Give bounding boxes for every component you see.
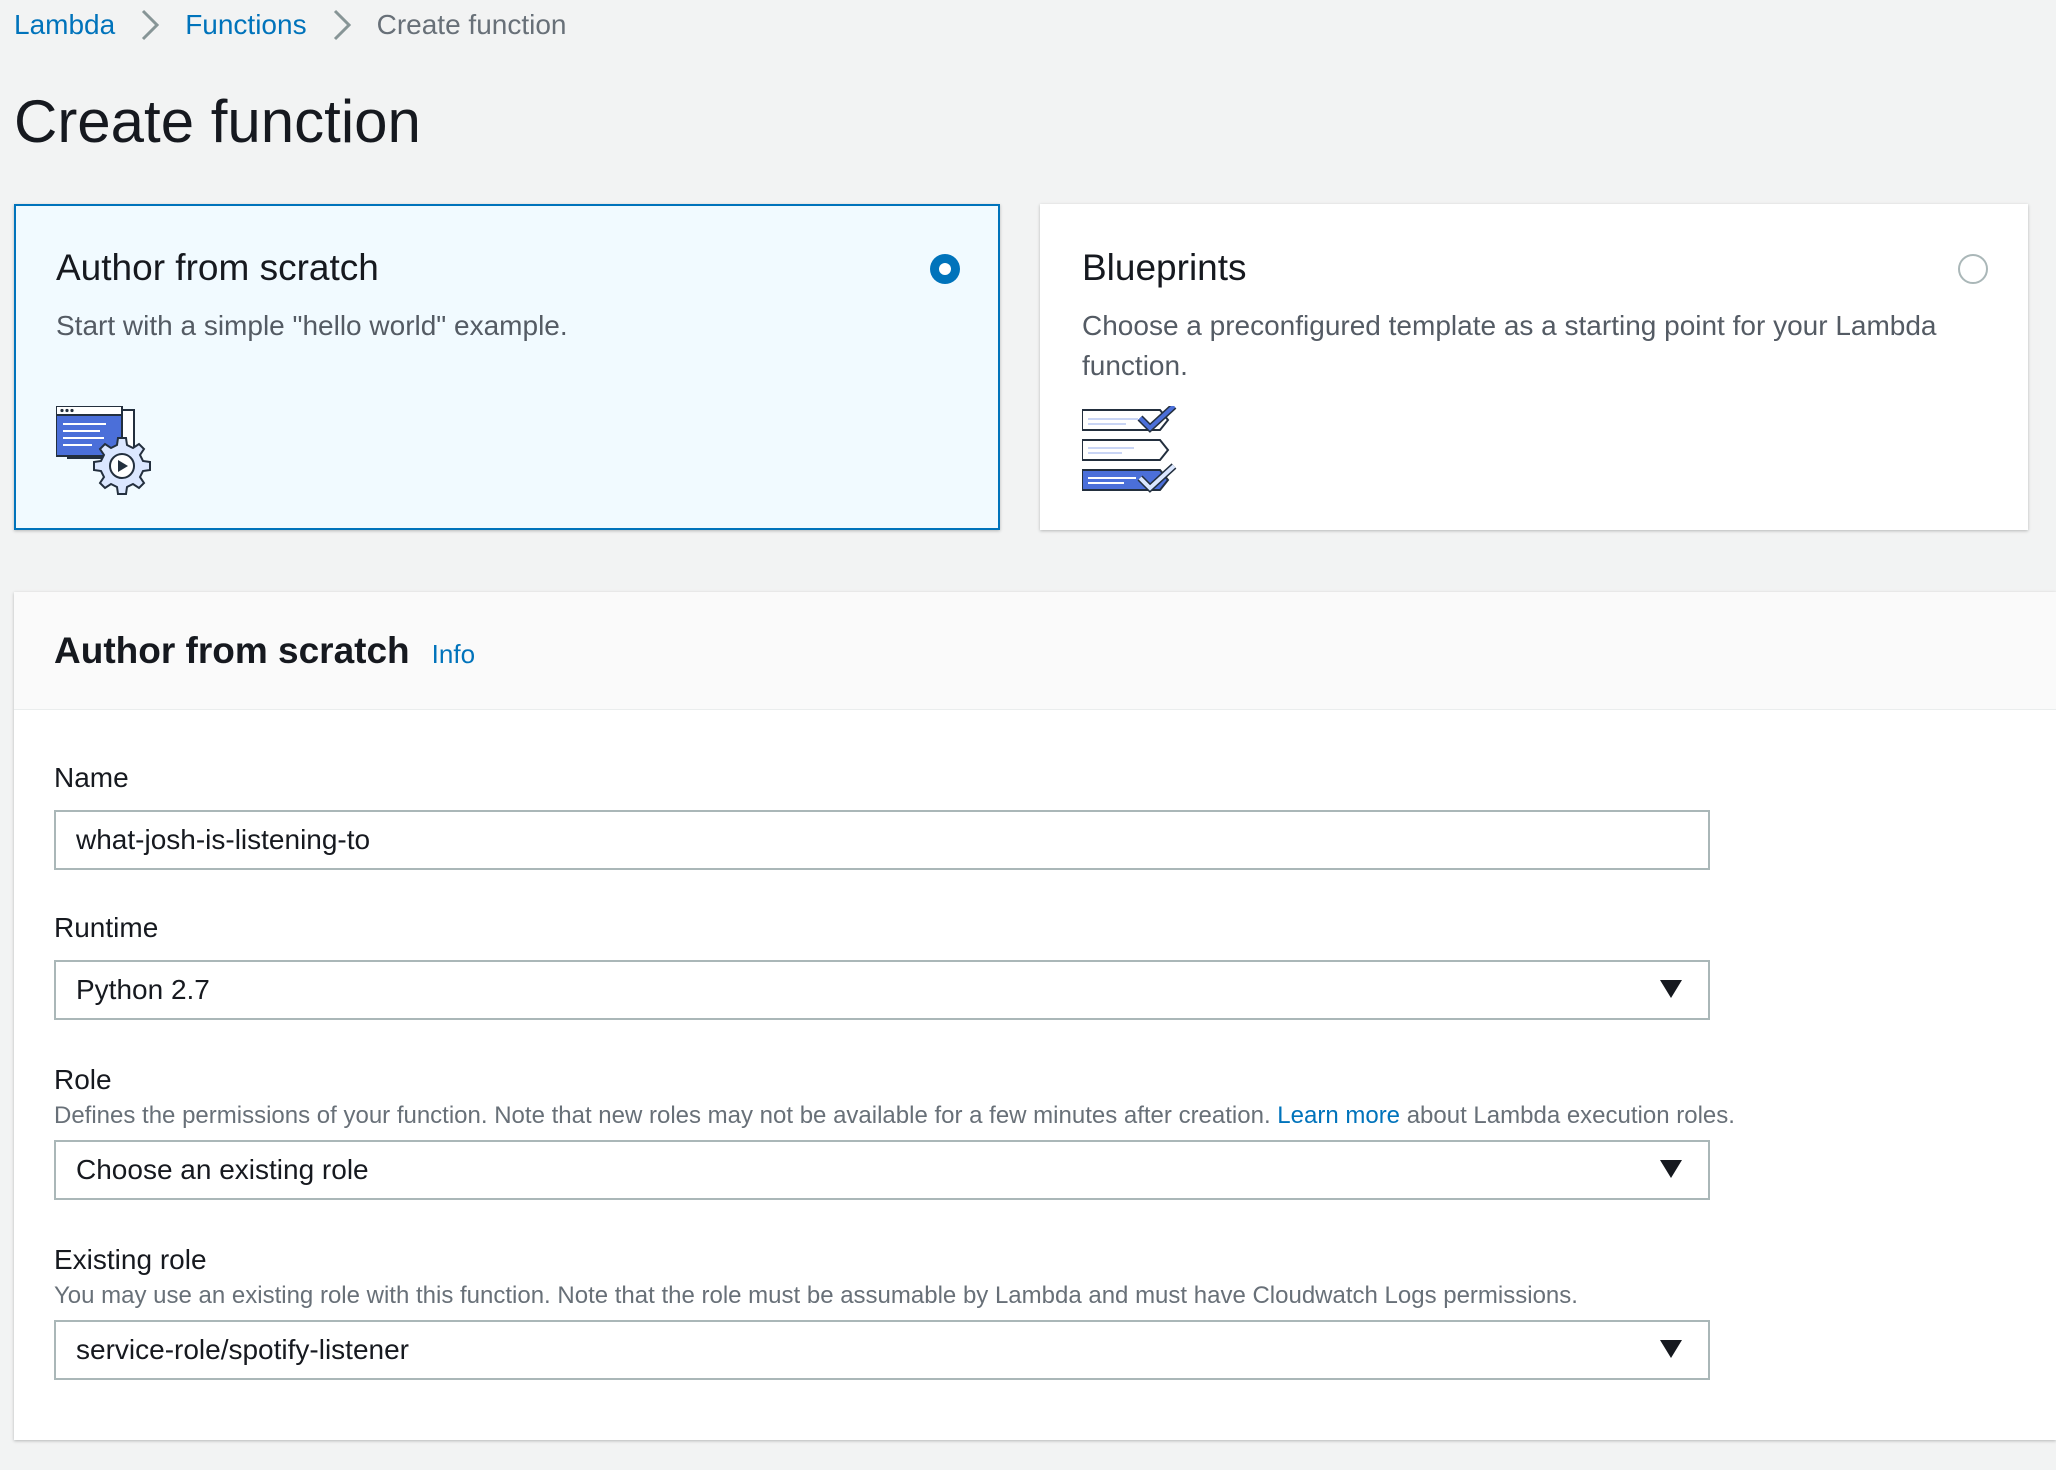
name-label: Name xyxy=(54,762,129,793)
blueprints-radio[interactable] xyxy=(1958,254,1988,284)
role-label: Role xyxy=(54,1064,112,1095)
checklist-templates-icon xyxy=(1081,403,1182,503)
role-description-suffix: about Lambda execution roles. xyxy=(1406,1102,1735,1129)
page-title: Create function xyxy=(14,88,421,155)
panel-header: Author from scratch Info xyxy=(14,592,2056,710)
info-link[interactable]: Info xyxy=(432,639,475,670)
author-radio[interactable] xyxy=(930,254,960,284)
breadcrumb: Lambda Functions Create function xyxy=(14,4,566,46)
runtime-select[interactable]: Python 2.7 xyxy=(54,960,1710,1020)
blueprints-card[interactable]: Blueprints Choose a preconfigured templa… xyxy=(1040,204,2028,530)
chevron-right-icon xyxy=(115,4,185,46)
panel-title: Author from scratch xyxy=(54,629,410,671)
role-description-text: Defines the permissions of your function… xyxy=(54,1102,1271,1129)
chevron-right-icon xyxy=(307,4,377,46)
role-description: Defines the permissions of your function… xyxy=(54,1102,1735,1130)
breadcrumb-current: Create function xyxy=(376,9,567,40)
runtime-select-value: Python 2.7 xyxy=(76,974,210,1005)
existing-role-description: You may use an existing role with this f… xyxy=(54,1282,1578,1309)
author-card-title: Author from scratch xyxy=(56,247,379,288)
runtime-label: Runtime xyxy=(54,912,159,943)
caret-down-icon xyxy=(1660,1160,1682,1178)
name-input[interactable] xyxy=(54,810,1710,870)
author-from-scratch-panel: Author from scratch Info Name Runtime Py… xyxy=(14,592,2056,1440)
existing-role-label: Existing role xyxy=(54,1244,207,1275)
caret-down-icon xyxy=(1660,980,1682,998)
author-card-description: Start with a simple "hello world" exampl… xyxy=(56,310,568,341)
blueprints-card-title: Blueprints xyxy=(1082,247,1247,288)
existing-role-select[interactable]: service-role/spotify-listener xyxy=(54,1320,1710,1380)
caret-down-icon xyxy=(1660,1340,1682,1358)
breadcrumb-functions-link[interactable]: Functions xyxy=(185,9,306,41)
role-select-value: Choose an existing role xyxy=(76,1154,369,1185)
learn-more-link[interactable]: Learn more xyxy=(1277,1102,1400,1129)
author-from-scratch-card[interactable]: Author from scratch Start with a simple … xyxy=(14,204,1000,530)
code-window-gear-icon xyxy=(55,405,156,503)
existing-role-select-value: service-role/spotify-listener xyxy=(76,1334,409,1365)
blueprints-card-description: Choose a preconfigured template as a sta… xyxy=(1082,310,1937,381)
role-select[interactable]: Choose an existing role xyxy=(54,1140,1710,1200)
breadcrumb-lambda-link[interactable]: Lambda xyxy=(14,9,115,41)
